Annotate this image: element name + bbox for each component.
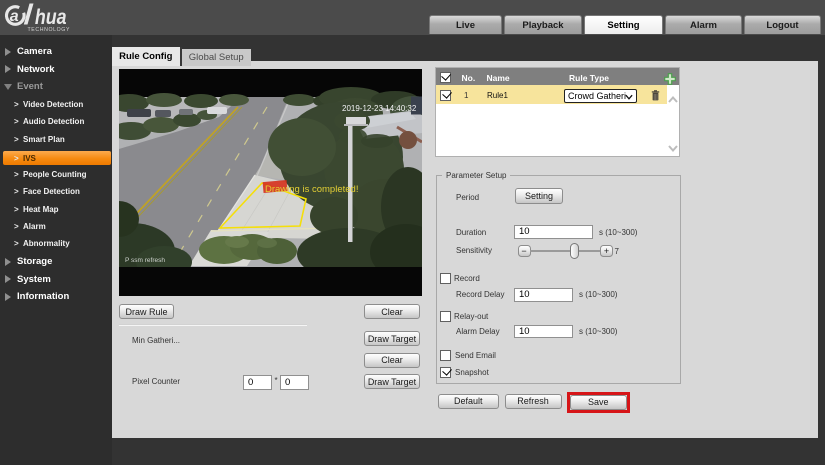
- svg-text:a: a: [10, 8, 19, 25]
- svg-text:2019-12-23 14:40:32: 2019-12-23 14:40:32: [342, 104, 417, 113]
- svg-text:TECHNOLOGY: TECHNOLOGY: [28, 27, 71, 33]
- svg-text:P ssm refresh: P ssm refresh: [125, 257, 165, 264]
- svg-text:hua: hua: [35, 6, 67, 30]
- svg-text:Drawing is completed!: Drawing is completed!: [265, 184, 358, 195]
